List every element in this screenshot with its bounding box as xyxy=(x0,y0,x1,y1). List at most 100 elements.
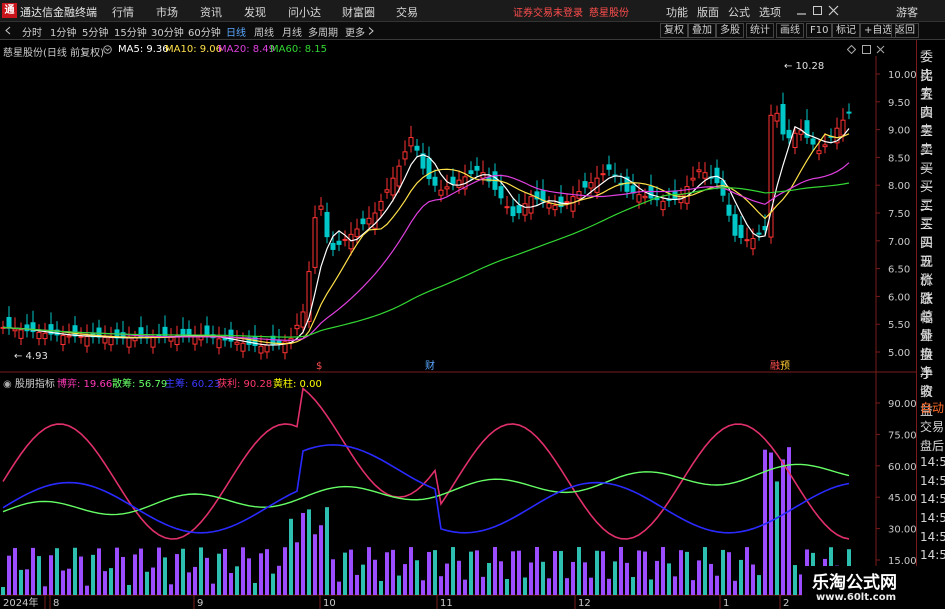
candle-body xyxy=(78,335,84,338)
indicator-bar xyxy=(643,551,647,595)
indicator-bar xyxy=(775,481,779,595)
indicator-bar xyxy=(637,550,641,595)
indicator-bar xyxy=(289,518,293,595)
quote-side-panel: 委比 卖五 卖四 卖三 卖二 卖一 买一 买二 买三 买四 买五 现价 涨跌 涨幅 总量 外盘 换手 净资 收益 自动… xyxy=(916,40,945,609)
side-item[interactable]: 14:56 xyxy=(920,511,945,525)
multi-stock-button[interactable]: 多股 xyxy=(716,23,744,38)
menu-news[interactable]: 资讯 xyxy=(200,4,222,20)
menu-formula[interactable]: 公式 xyxy=(728,4,750,20)
candle-body xyxy=(606,164,612,170)
side-item[interactable]: 14:56 xyxy=(920,548,945,562)
period-30min[interactable]: 30分钟 xyxy=(151,24,184,39)
indicator-bar xyxy=(19,569,23,595)
indicator-dropdown-icon[interactable]: ◉ xyxy=(3,379,15,390)
indicator-bar xyxy=(325,507,329,595)
indicator-bar xyxy=(583,562,587,595)
period-more[interactable]: 更多 xyxy=(345,24,365,39)
indicator-bar xyxy=(565,578,569,595)
indicator-retail-value: 散筹: 56.79 xyxy=(112,379,168,390)
return-button[interactable]: 返回 xyxy=(891,23,919,38)
indicator-bar xyxy=(361,564,365,595)
side-item[interactable]: 14:56 xyxy=(920,530,945,544)
maximize-panel-icon[interactable] xyxy=(862,45,871,54)
price-tick-label: 6.50 xyxy=(888,265,910,276)
indicator-bar xyxy=(49,555,53,595)
indicator-name[interactable]: ◉ 股朋指标 xyxy=(3,375,55,390)
close-icon[interactable] xyxy=(828,5,839,16)
back-arrow-icon[interactable] xyxy=(4,26,13,35)
indicator-bar xyxy=(559,550,563,595)
candle-body xyxy=(276,340,282,344)
indicator-bar xyxy=(133,554,137,595)
period-60min[interactable]: 60分钟 xyxy=(188,24,221,39)
indicator-bar xyxy=(157,547,161,595)
side-item[interactable]: 14:56 xyxy=(920,474,945,488)
menu-options[interactable]: 选项 xyxy=(759,4,781,20)
period-15min[interactable]: 15分钟 xyxy=(114,24,147,39)
ma20-label: MA20: 8.49 xyxy=(218,44,276,55)
diamond-icon[interactable] xyxy=(847,45,856,54)
statistics-button[interactable]: 统计 xyxy=(746,23,774,38)
side-item[interactable]: 自动 xyxy=(920,399,944,416)
candle-body xyxy=(348,233,354,250)
period-1min[interactable]: 1分钟 xyxy=(50,24,76,39)
candle-body xyxy=(330,242,336,250)
menu-function[interactable]: 功能 xyxy=(666,4,688,20)
indicator-bar xyxy=(373,559,377,595)
menu-discover[interactable]: 发现 xyxy=(244,4,266,20)
menu-market[interactable]: 市场 xyxy=(156,4,178,20)
indicator-bar xyxy=(229,573,233,595)
indicator-bar xyxy=(523,577,527,595)
menu-market-quote[interactable]: 行情 xyxy=(112,4,134,20)
indicator-bar xyxy=(31,547,35,595)
f10-button[interactable]: F10 xyxy=(806,23,833,38)
indicator-bar xyxy=(271,573,275,595)
indicator-bar xyxy=(493,547,497,595)
period-monthly[interactable]: 月线 xyxy=(282,24,302,39)
candle-body xyxy=(72,325,78,337)
mark-button[interactable]: 标记 xyxy=(832,23,860,38)
login-notice[interactable]: 证券交易未登录 xyxy=(513,4,583,19)
minimize-icon[interactable] xyxy=(796,5,807,16)
indicator-bar xyxy=(727,552,731,595)
draw-line-button[interactable]: 画线 xyxy=(776,23,804,38)
period-weekly[interactable]: 周线 xyxy=(254,24,274,39)
candle-body xyxy=(366,217,372,225)
side-item[interactable]: 交易 xyxy=(920,418,944,435)
candle-body xyxy=(438,189,444,196)
side-item[interactable]: 14:56 xyxy=(920,455,945,469)
indicator-bar xyxy=(337,581,341,595)
indicator-bar xyxy=(379,580,383,595)
menu-layout[interactable]: 版面 xyxy=(697,4,719,20)
indicator-bar xyxy=(211,583,215,595)
indicator-bar xyxy=(571,561,575,595)
chevron-right-icon[interactable] xyxy=(368,27,375,35)
candle-body xyxy=(342,238,348,241)
x-tick-label: 9 xyxy=(197,598,203,609)
indicator-bar xyxy=(181,548,185,595)
kline-chart[interactable]: 10.00 9.50 9.00 8.50 8.00 7.50 7.00 6.50 6.00 5.5… xyxy=(0,40,916,609)
candle-body xyxy=(786,129,792,139)
guest-label[interactable]: 游客 xyxy=(896,4,918,20)
dropdown-icon[interactable] xyxy=(103,45,112,54)
period-5min[interactable]: 5分钟 xyxy=(82,24,108,39)
period-daily[interactable]: 日线 xyxy=(226,24,246,39)
menu-trade[interactable]: 交易 xyxy=(396,4,418,20)
candle-body xyxy=(690,177,696,181)
side-item[interactable]: 14:56 xyxy=(920,492,945,506)
candle-body xyxy=(240,342,246,352)
overlay-button[interactable]: 叠加 xyxy=(688,23,716,38)
menu-ask[interactable]: 问小达 xyxy=(288,4,321,20)
restore-icon[interactable] xyxy=(812,5,823,16)
indicator-bar xyxy=(685,551,689,595)
indicator-bar xyxy=(613,561,617,595)
period-multi[interactable]: 多周期 xyxy=(308,24,338,39)
close-panel-icon[interactable] xyxy=(876,45,885,54)
candle-body xyxy=(660,200,666,211)
candle-body xyxy=(594,177,600,193)
side-item[interactable]: 盘后 xyxy=(920,437,944,454)
menu-wealth-circle[interactable]: 财富圈 xyxy=(342,4,375,20)
indicator-bar xyxy=(781,459,785,595)
adjust-button[interactable]: 复权 xyxy=(660,23,688,38)
period-intraday[interactable]: 分时 xyxy=(22,24,42,39)
